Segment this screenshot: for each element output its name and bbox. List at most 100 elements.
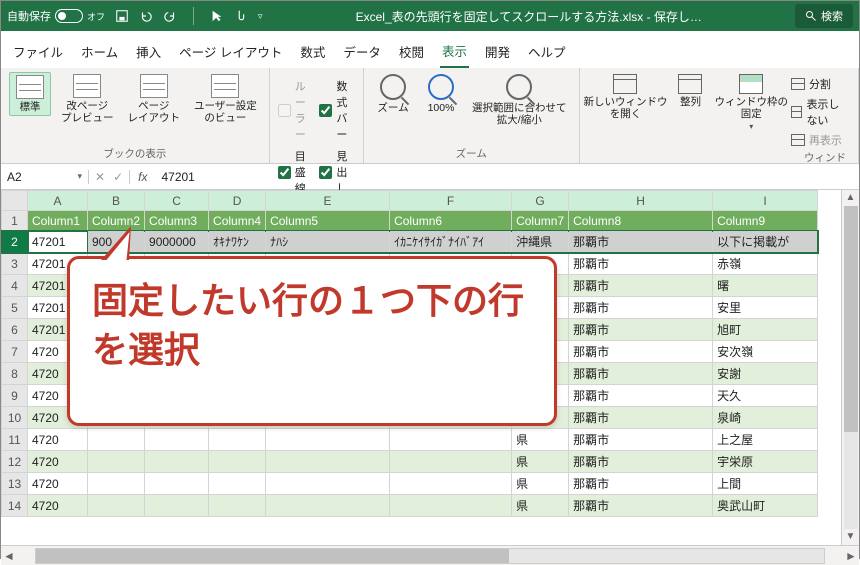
tab-pagelayout[interactable]: ページ レイアウト: [177, 36, 284, 67]
cell[interactable]: 4720: [28, 473, 88, 495]
newwindow-button[interactable]: 新しいウィンドウ を開く: [588, 72, 664, 122]
hundred-button[interactable]: 100%: [420, 72, 462, 116]
cell[interactable]: [390, 451, 512, 473]
cursor-icon[interactable]: [210, 9, 224, 23]
row-header[interactable]: 14: [2, 495, 28, 517]
ruler-checkbox[interactable]: ルーラー: [278, 78, 314, 142]
hide-button[interactable]: 表示しない: [791, 96, 850, 128]
table-header-cell[interactable]: Column9▾: [713, 211, 818, 231]
cell[interactable]: 天久: [713, 385, 818, 407]
cell[interactable]: [88, 473, 145, 495]
cell[interactable]: 以下に掲載が: [713, 231, 818, 253]
cell[interactable]: 那覇市: [569, 297, 713, 319]
cell[interactable]: ｵｷﾅﾜｹﾝ: [209, 231, 266, 253]
cell[interactable]: 宇栄原: [713, 451, 818, 473]
scroll-thumb[interactable]: [844, 206, 858, 432]
cell[interactable]: [145, 429, 209, 451]
cell[interactable]: 沖縄県: [512, 231, 569, 253]
tab-developer[interactable]: 開発: [483, 36, 512, 67]
cell[interactable]: [266, 429, 390, 451]
row-header[interactable]: 11: [2, 429, 28, 451]
cell[interactable]: ｲｶﾆｹｲｻｲｶﾞﾅｲﾊﾞｱｲ: [390, 231, 512, 253]
row-header[interactable]: 10: [2, 407, 28, 429]
arrange-button[interactable]: 整列: [669, 72, 711, 110]
tab-data[interactable]: データ: [341, 36, 383, 67]
cell[interactable]: [145, 451, 209, 473]
column-header[interactable]: E: [266, 191, 390, 211]
pagelayout-button[interactable]: ページ レイアウト: [124, 72, 185, 126]
cell[interactable]: 那覇市: [569, 253, 713, 275]
cell[interactable]: [88, 429, 145, 451]
cell[interactable]: 那覇市: [569, 451, 713, 473]
enter-icon[interactable]: ✓: [113, 170, 123, 184]
cell[interactable]: [209, 429, 266, 451]
scroll-track[interactable]: [844, 206, 858, 529]
cell[interactable]: 4720: [28, 451, 88, 473]
search-box[interactable]: 検索: [795, 4, 853, 28]
formulabar-checkbox[interactable]: 数式バー: [319, 78, 355, 142]
fx-icon[interactable]: fx: [130, 170, 155, 184]
cell[interactable]: [266, 495, 390, 517]
select-all-corner[interactable]: [2, 191, 28, 211]
split-button[interactable]: 分割: [791, 76, 850, 92]
cell[interactable]: 上之屋: [713, 429, 818, 451]
row-header[interactable]: 6: [2, 319, 28, 341]
row-header[interactable]: 3: [2, 253, 28, 275]
vertical-scrollbar[interactable]: ▲ ▼: [841, 190, 859, 545]
tab-insert[interactable]: 挿入: [134, 36, 163, 67]
cell[interactable]: 安次嶺: [713, 341, 818, 363]
undo-icon[interactable]: [139, 9, 153, 23]
cell[interactable]: 那覇市: [569, 407, 713, 429]
tab-file[interactable]: ファイル: [11, 36, 65, 67]
autosave-toggle[interactable]: 自動保存 オフ: [7, 8, 105, 24]
touch-icon[interactable]: [234, 9, 248, 23]
name-box[interactable]: A2 ▾: [1, 170, 89, 184]
cell[interactable]: 4720: [28, 495, 88, 517]
tab-help[interactable]: ヘルプ: [526, 36, 568, 67]
cell[interactable]: 赤嶺: [713, 253, 818, 275]
row-header[interactable]: 13: [2, 473, 28, 495]
cell[interactable]: 旭町: [713, 319, 818, 341]
cell[interactable]: [88, 495, 145, 517]
column-header[interactable]: C: [145, 191, 209, 211]
formula-input[interactable]: 47201: [155, 170, 859, 184]
cell[interactable]: 県: [512, 473, 569, 495]
table-header-cell[interactable]: Column8▾: [569, 211, 713, 231]
cell[interactable]: 泉崎: [713, 407, 818, 429]
cell[interactable]: 那覇市: [569, 231, 713, 253]
cell[interactable]: [266, 451, 390, 473]
cell[interactable]: 那覇市: [569, 495, 713, 517]
cell[interactable]: 那覇市: [569, 473, 713, 495]
cell[interactable]: 安里: [713, 297, 818, 319]
cell[interactable]: 県: [512, 429, 569, 451]
hscroll-thumb[interactable]: [36, 549, 509, 563]
fit-selection-button[interactable]: 選択範囲に合わせて 拡大/縮小: [468, 72, 571, 128]
row-header[interactable]: 1: [2, 211, 28, 231]
cell[interactable]: 上間: [713, 473, 818, 495]
table-header-cell[interactable]: Column1▾: [28, 211, 88, 231]
cell[interactable]: 那覇市: [569, 275, 713, 297]
redo-icon[interactable]: [163, 9, 177, 23]
scroll-left-icon[interactable]: ◄: [1, 549, 17, 563]
column-header[interactable]: D: [209, 191, 266, 211]
table-header-cell[interactable]: Column4▾: [209, 211, 266, 231]
cell[interactable]: [390, 473, 512, 495]
tab-formulas[interactable]: 数式: [298, 36, 327, 67]
cell[interactable]: 県: [512, 495, 569, 517]
cell[interactable]: [266, 473, 390, 495]
pagebreak-button[interactable]: 改ページ プレビュー: [57, 72, 118, 126]
cell[interactable]: 安謝: [713, 363, 818, 385]
row-header[interactable]: 4: [2, 275, 28, 297]
cell[interactable]: [209, 495, 266, 517]
zoom-button[interactable]: ズーム: [372, 72, 414, 116]
table-header-cell[interactable]: Column7▾: [512, 211, 569, 231]
cell[interactable]: 那覇市: [569, 385, 713, 407]
column-header[interactable]: B: [88, 191, 145, 211]
tab-home[interactable]: ホーム: [79, 36, 120, 67]
cell[interactable]: [145, 473, 209, 495]
tab-review[interactable]: 校閲: [397, 36, 426, 67]
cell[interactable]: 那覇市: [569, 429, 713, 451]
row-header[interactable]: 2: [2, 231, 28, 253]
table-header-cell[interactable]: Column6▾: [390, 211, 512, 231]
freeze-button[interactable]: ウィンドウ枠の 固定▾: [717, 72, 784, 133]
